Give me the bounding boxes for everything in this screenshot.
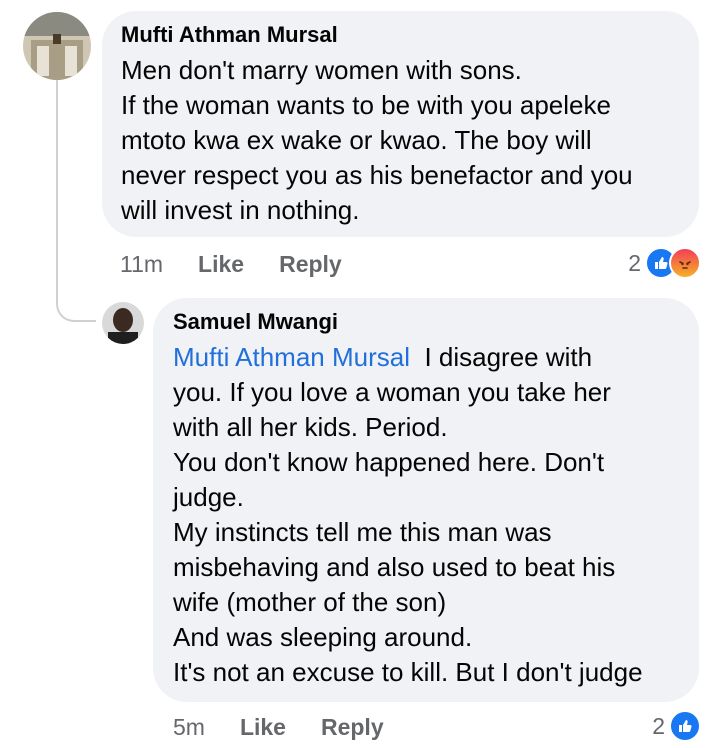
like-button[interactable]: Like xyxy=(198,251,244,278)
comment-line: If the woman wants to be with you apelek… xyxy=(121,90,611,120)
reaction-summary[interactable]: 2 xyxy=(628,247,701,279)
comment-timestamp[interactable]: 11m xyxy=(120,251,163,278)
reaction-summary[interactable]: 2 xyxy=(652,710,701,742)
comment-line: wife (mother of the son) xyxy=(173,587,447,617)
comment-line: It's not an excuse to kill. But I don't … xyxy=(173,657,643,687)
comment-bubble: Mufti Athman Mursal Men don't marry wome… xyxy=(102,11,699,237)
comment-line: mtoto kwa ex wake or kwao. The boy will xyxy=(121,125,592,155)
avatar-samuel[interactable] xyxy=(102,302,144,344)
comment-line: My instincts tell me this man was xyxy=(173,517,552,547)
comment-line: will invest in nothing. xyxy=(121,195,360,225)
comment-line: Men don't marry women with sons. xyxy=(121,55,522,85)
comment-author[interactable]: Samuel Mwangi xyxy=(173,308,679,336)
comment-line: misbehaving and also used to beat his xyxy=(173,552,616,582)
comment-line-text: I disagree with xyxy=(424,342,593,372)
comment-line: You don't know happened here. Don't xyxy=(173,447,605,477)
comment-line: And was sleeping around. xyxy=(173,622,473,652)
reply-thread-line xyxy=(56,80,96,322)
comment-line: you. If you love a woman you take her xyxy=(173,377,611,407)
avatar-mufti[interactable] xyxy=(23,12,91,80)
comment-actions: 5m Like Reply xyxy=(173,714,419,741)
reply-bubble: Samuel Mwangi Mufti Athman Mursal I disa… xyxy=(153,298,699,702)
comment-text: Men don't marry women with sons. If the … xyxy=(121,53,679,228)
like-button[interactable]: Like xyxy=(240,714,286,741)
comment-actions: 11m Like Reply xyxy=(120,251,377,278)
like-icon xyxy=(669,710,701,742)
comment-line: with all her kids. Period. xyxy=(173,412,448,442)
comment-author[interactable]: Mufti Athman Mursal xyxy=(121,21,679,49)
mention-link[interactable]: Mufti Athman Mursal xyxy=(173,342,410,372)
reply-button[interactable]: Reply xyxy=(279,251,342,278)
comment-text: Mufti Athman Mursal I disagree with you.… xyxy=(173,340,679,690)
comment-line: judge. xyxy=(173,482,244,512)
angry-icon xyxy=(669,247,701,279)
reply-button[interactable]: Reply xyxy=(321,714,384,741)
reaction-count: 2 xyxy=(652,712,665,739)
reaction-count: 2 xyxy=(628,249,641,276)
comment-timestamp[interactable]: 5m xyxy=(173,714,205,741)
comment-line: never respect you as his benefactor and … xyxy=(121,160,633,190)
comment-line: Mufti Athman Mursal I disagree with xyxy=(173,340,679,375)
